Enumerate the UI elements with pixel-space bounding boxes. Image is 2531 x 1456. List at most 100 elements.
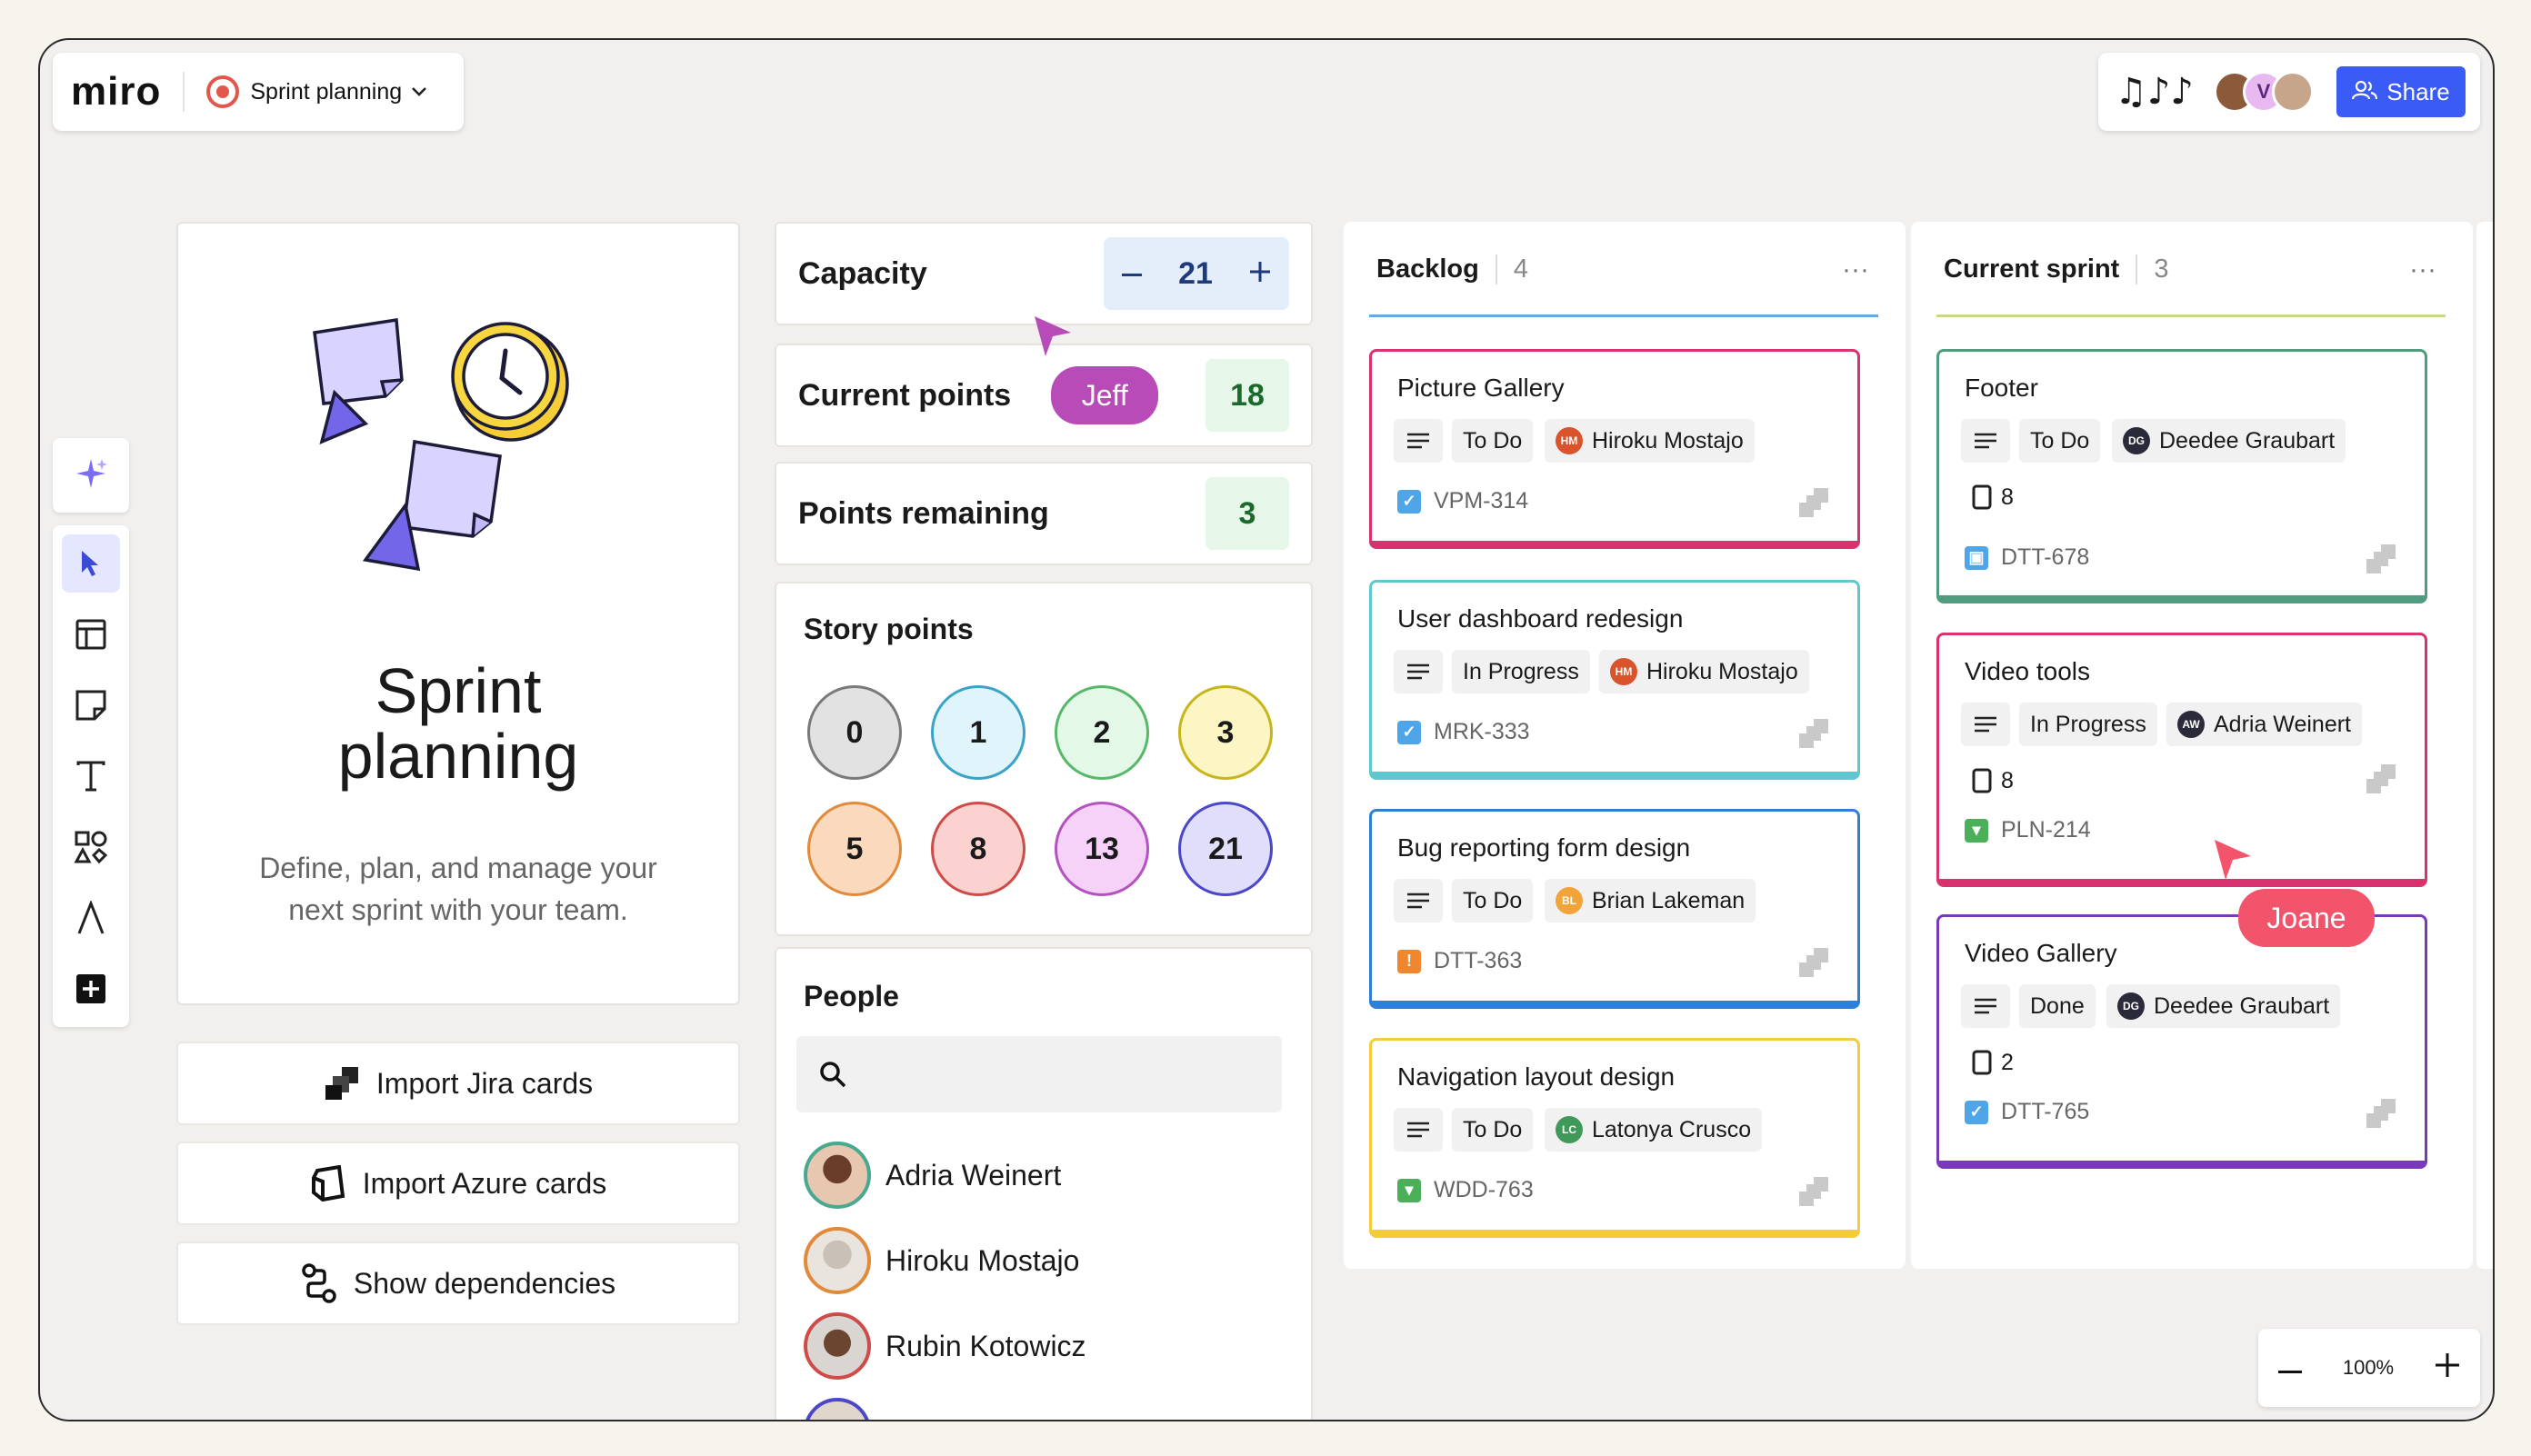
story-bookmark-icon: ▾ xyxy=(1965,818,1988,843)
sparkle-icon[interactable] xyxy=(73,455,109,496)
import-azure-button[interactable]: Import Azure cards xyxy=(176,1142,740,1225)
card-title: Bug reporting form design xyxy=(1397,833,1691,862)
status-chip[interactable]: To Do xyxy=(1452,419,1534,463)
task-checkbox-icon: ✓ xyxy=(1397,720,1421,744)
description-icon[interactable] xyxy=(1394,419,1443,463)
description-icon[interactable] xyxy=(1961,703,2010,746)
sticky-note-tool[interactable] xyxy=(62,676,120,734)
assignee-chip[interactable]: LC Latonya Crusco xyxy=(1545,1108,1763,1152)
story-point-0[interactable]: 0 xyxy=(807,685,902,780)
column-header: Backlog 4 xyxy=(1376,254,1528,284)
card-title: Picture Gallery xyxy=(1397,374,1565,402)
assignee-chip[interactable]: DG Deedee Graubart xyxy=(2106,984,2341,1028)
joane-cursor-icon xyxy=(2215,840,2251,880)
board-name[interactable]: Sprint planning xyxy=(250,79,402,105)
zoom-out-button[interactable] xyxy=(2278,1356,2303,1380)
text-icon xyxy=(76,761,105,792)
story-point-8[interactable]: 8 xyxy=(931,802,1025,896)
status-chip[interactable]: To Do xyxy=(2019,419,2101,463)
person-name: Hiroku Mostajo xyxy=(885,1243,1080,1277)
chevron-down-icon[interactable] xyxy=(411,82,427,103)
column-title: Backlog xyxy=(1376,254,1479,284)
import-jira-button[interactable]: Import Jira cards xyxy=(176,1042,740,1125)
share-button[interactable]: Share xyxy=(2336,66,2466,117)
assignee-chip[interactable]: BL Brian Lakeman xyxy=(1545,879,1756,922)
task-card[interactable]: Video Gallery Done DG Deedee Graubart 2 ✓… xyxy=(1936,914,2427,1169)
description-icon[interactable] xyxy=(1961,984,2010,1028)
story-point-21[interactable]: 21 xyxy=(1178,802,1273,896)
description-icon[interactable] xyxy=(1394,879,1443,922)
avatar xyxy=(804,1142,871,1209)
description-icon[interactable] xyxy=(1961,419,2010,463)
story-point-2[interactable]: 2 xyxy=(1055,685,1149,780)
status-chip[interactable]: Done xyxy=(2019,984,2096,1028)
description-icon[interactable] xyxy=(1394,650,1443,693)
story-point-3[interactable]: 3 xyxy=(1178,685,1273,780)
task-card[interactable]: Navigation layout design To Do LC Latonya… xyxy=(1369,1038,1860,1238)
assignee-initials: AW xyxy=(2177,711,2205,738)
story-point-5[interactable]: 5 xyxy=(807,802,902,896)
zoom-level[interactable]: 100% xyxy=(2343,1356,2394,1380)
people-card: People Adria Weinert Hiroku Mostajo Rubi… xyxy=(775,947,1313,1420)
story-point-1[interactable]: 1 xyxy=(931,685,1025,780)
assignee-chip[interactable]: DG Deedee Graubart xyxy=(2112,419,2346,463)
assignee-chip[interactable]: HM Hiroku Mostajo xyxy=(1599,650,1809,693)
status-chip[interactable]: In Progress xyxy=(1452,650,1590,693)
avatar-stack[interactable]: V xyxy=(2213,71,2314,113)
jira-icon xyxy=(2366,1099,2396,1128)
person-item[interactable]: Adria Weinert xyxy=(804,1142,1061,1209)
more-options-icon[interactable]: ··· xyxy=(1842,254,1869,285)
jeff-cursor-icon xyxy=(1035,316,1071,356)
status-chip[interactable]: In Progress xyxy=(2019,703,2157,746)
description-icon[interactable] xyxy=(1394,1108,1443,1152)
task-card[interactable]: Video tools In Progress AW Adria Weinert … xyxy=(1936,633,2427,887)
task-card[interactable]: Footer To Do DG Deedee Graubart 8 ▣ DTT-67… xyxy=(1936,349,2427,603)
person-item[interactable]: Rubin Kotowicz xyxy=(804,1312,1086,1380)
issue-code: ▾ PLN-214 xyxy=(1965,817,2091,843)
pen-tool[interactable] xyxy=(62,889,120,947)
board-header: miro Sprint planning xyxy=(53,53,464,131)
backlog-column: Backlog 4 ··· Picture Gallery To Do HM Hi… xyxy=(1344,222,1906,1269)
more-options-icon[interactable]: ··· xyxy=(2409,254,2436,285)
joane-cursor-label: Joane xyxy=(2238,889,2375,947)
jira-icon xyxy=(2366,764,2396,793)
plus-icon[interactable] xyxy=(1249,261,1271,287)
column-underline xyxy=(1936,314,2446,317)
shapes-icon xyxy=(74,831,108,864)
assignee-name: Deedee Graubart xyxy=(2154,992,2330,1019)
assignee-name: Adria Weinert xyxy=(2214,711,2351,737)
board-canvas[interactable]: miro Sprint planning ♫♪♪ V Share Sprint … xyxy=(38,38,2495,1421)
task-card[interactable]: User dashboard redesign In Progress HM Hi… xyxy=(1369,580,1860,780)
text-tool[interactable] xyxy=(62,747,120,805)
issue-code: ✓ MRK-333 xyxy=(1397,719,1530,745)
issue-code: ✓ VPM-314 xyxy=(1397,488,1528,514)
story-point-13[interactable]: 13 xyxy=(1055,802,1149,896)
status-chip[interactable]: To Do xyxy=(1452,1108,1534,1152)
show-dependencies-button[interactable]: Show dependencies xyxy=(176,1242,740,1325)
next-column-edge xyxy=(2476,222,2493,1269)
zoom-in-button[interactable] xyxy=(2435,1352,2460,1383)
miro-logo[interactable]: miro xyxy=(71,69,161,115)
templates-tool[interactable] xyxy=(62,605,120,663)
points-remaining-card: Points remaining 3 xyxy=(775,462,1313,565)
status-chip[interactable]: To Do xyxy=(1452,879,1534,922)
task-card[interactable]: Bug reporting form design To Do BL Brian … xyxy=(1369,809,1860,1009)
select-tool[interactable] xyxy=(62,534,120,593)
add-more-tool[interactable] xyxy=(62,960,120,1018)
people-search-input[interactable] xyxy=(796,1036,1282,1112)
shapes-tool[interactable] xyxy=(62,818,120,876)
capacity-stepper[interactable]: 21 xyxy=(1104,237,1289,310)
task-card[interactable]: Picture Gallery To Do HM Hiroku Mostajo ✓… xyxy=(1369,349,1860,549)
assignee-chip[interactable]: AW Adria Weinert xyxy=(2166,703,2362,746)
person-item[interactable]: Hiroku Mostajo xyxy=(804,1227,1079,1294)
minus-icon[interactable] xyxy=(1122,265,1143,282)
people-search-field[interactable] xyxy=(860,1060,1260,1089)
card-title: User dashboard redesign xyxy=(1397,604,1684,633)
assignee-chip[interactable]: HM Hiroku Mostajo xyxy=(1545,419,1755,463)
story-points-chip: 8 xyxy=(1961,475,2025,519)
jeff-cursor-label: Jeff xyxy=(1051,366,1159,424)
assignee-initials: BL xyxy=(1556,887,1583,914)
bug-icon: ! xyxy=(1397,949,1421,973)
person-item[interactable] xyxy=(804,1398,871,1420)
users-icon xyxy=(2352,78,2378,106)
